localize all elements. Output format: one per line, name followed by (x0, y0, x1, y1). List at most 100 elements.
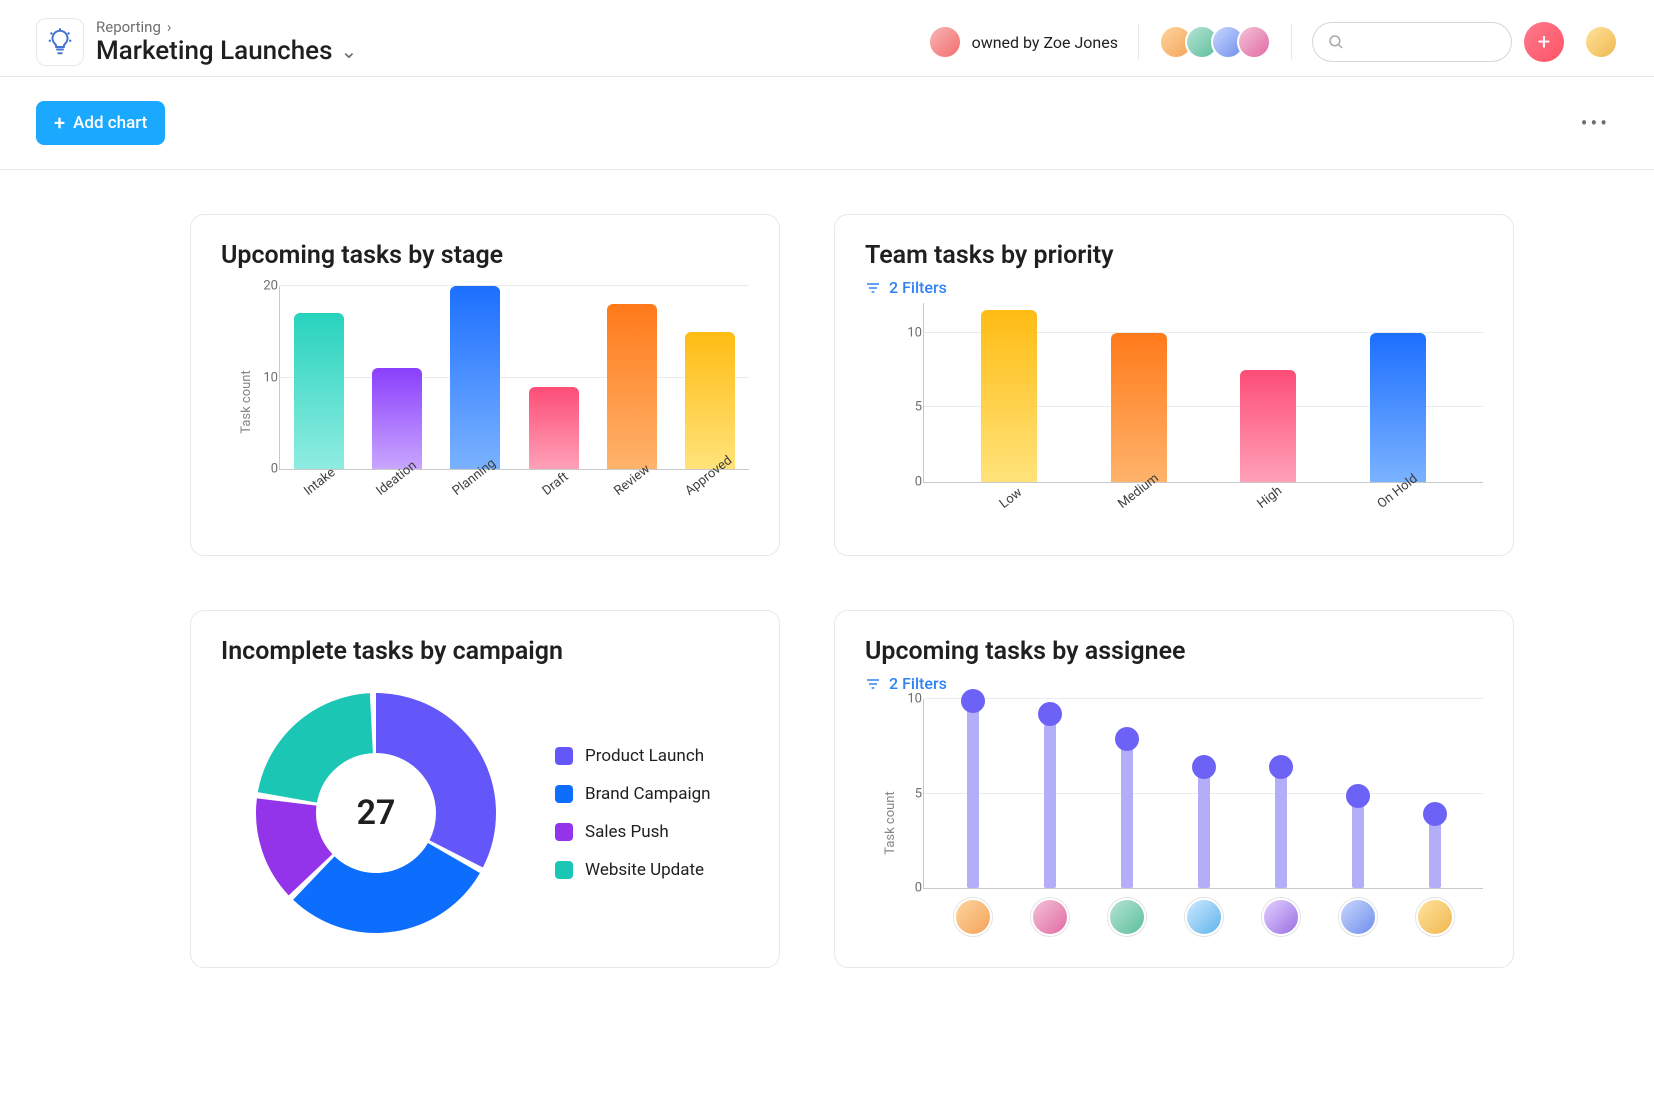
bar[interactable] (981, 310, 1037, 482)
filter-icon (865, 676, 881, 692)
card-tasks-by-priority[interactable]: Team tasks by priority 2 Filters 10 5 0 … (834, 214, 1514, 556)
lollipop-bar[interactable] (1198, 765, 1210, 888)
card-title: Incomplete tasks by campaign (221, 637, 749, 666)
bar-column (1165, 699, 1242, 888)
bar-column: Draft (515, 286, 593, 469)
plus-icon: + (1538, 30, 1550, 55)
avatar (928, 25, 962, 59)
add-chart-button[interactable]: + Add chart (36, 101, 165, 145)
search-icon (1327, 33, 1345, 51)
more-menu-button[interactable]: ••• (1573, 105, 1618, 141)
bar-column: On Hold (1333, 303, 1463, 482)
top-bar: Reporting › Marketing Launches ⌄ owned b… (0, 0, 1654, 77)
create-button[interactable]: + (1524, 22, 1564, 62)
donut-total: 27 (251, 688, 501, 938)
search-input[interactable] (1312, 22, 1512, 62)
bar-column (1319, 699, 1396, 888)
bar-column: Review (593, 286, 671, 469)
bar[interactable] (1111, 333, 1167, 482)
filters-button[interactable]: 2 Filters (865, 278, 1483, 297)
bar-column (1088, 699, 1165, 888)
swatch (555, 747, 573, 765)
owner-block[interactable]: owned by Zoe Jones (928, 25, 1118, 59)
bar[interactable] (450, 286, 500, 469)
project-icon (36, 18, 84, 66)
page-title: Marketing Launches (96, 36, 332, 66)
chart-plot: 20 10 0 IntakeIdeationPlanningDraftRevie… (279, 286, 749, 470)
breadcrumb: Reporting › (96, 18, 357, 36)
avatar[interactable] (1416, 898, 1454, 936)
chevron-right-icon: › (167, 18, 172, 36)
user-avatar[interactable] (1584, 25, 1618, 59)
toolbar: + Add chart ••• (0, 77, 1654, 170)
filters-label: 2 Filters (889, 674, 947, 693)
legend-item[interactable]: Website Update (555, 860, 711, 880)
avatar (1237, 25, 1271, 59)
lollipop-bar[interactable] (1429, 812, 1441, 888)
avatar[interactable] (954, 898, 992, 936)
bar-column: Medium (1074, 303, 1204, 482)
filters-button[interactable]: 2 Filters (865, 674, 1483, 693)
add-chart-label: Add chart (73, 113, 147, 133)
lollipop-bar[interactable] (1121, 737, 1133, 888)
filters-label: 2 Filters (889, 278, 947, 297)
card-upcoming-by-assignee[interactable]: Upcoming tasks by assignee 2 Filters Tas… (834, 610, 1514, 968)
bar[interactable] (294, 313, 344, 469)
avatar[interactable] (1031, 898, 1069, 936)
x-tick-label: Intake (301, 465, 338, 499)
x-tick-label: Low (997, 485, 1025, 512)
card-title: Upcoming tasks by stage (221, 241, 749, 270)
lollipop-bar[interactable] (967, 699, 979, 888)
bar-column (1242, 699, 1319, 888)
avatar[interactable] (1339, 898, 1377, 936)
avatar[interactable] (1262, 898, 1300, 936)
y-tick: 0 (886, 475, 922, 490)
lollipop-bar[interactable] (1044, 712, 1056, 888)
avatar[interactable] (1185, 898, 1223, 936)
lightbulb-icon (45, 27, 75, 57)
y-tick: 10 (886, 692, 922, 707)
y-tick: 5 (886, 786, 922, 801)
legend: Product Launch Brand Campaign Sales Push… (555, 746, 711, 880)
bar[interactable] (1370, 333, 1426, 482)
swatch (555, 861, 573, 879)
breadcrumb-parent[interactable]: Reporting (96, 18, 161, 36)
bar[interactable] (372, 368, 422, 469)
bar-column (1011, 699, 1088, 888)
y-tick: 20 (242, 279, 278, 294)
owner-label: owned by Zoe Jones (972, 33, 1118, 52)
y-tick: 10 (886, 325, 922, 340)
card-incomplete-by-campaign[interactable]: Incomplete tasks by campaign 27 Product … (190, 610, 780, 968)
y-tick: 5 (886, 400, 922, 415)
bar[interactable] (607, 304, 657, 469)
bar-column: Planning (436, 286, 514, 469)
bar-column: Approved (671, 286, 749, 469)
bar-column: Low (944, 303, 1074, 482)
chevron-down-icon[interactable]: ⌄ (340, 39, 357, 63)
legend-item[interactable]: Sales Push (555, 822, 711, 842)
donut-chart: 27 (251, 688, 501, 938)
swatch (555, 785, 573, 803)
card-upcoming-by-stage[interactable]: Upcoming tasks by stage Task count 20 10… (190, 214, 780, 556)
legend-item[interactable]: Product Launch (555, 746, 711, 766)
bar-column: Intake (280, 286, 358, 469)
bar[interactable] (529, 387, 579, 469)
bar-column (934, 699, 1011, 888)
legend-item[interactable]: Brand Campaign (555, 784, 711, 804)
chart-plot: 10 5 0 (923, 699, 1483, 889)
divider (1291, 24, 1292, 60)
y-tick: 0 (886, 881, 922, 896)
swatch (555, 823, 573, 841)
filter-icon (865, 280, 881, 296)
plus-icon: + (54, 113, 65, 133)
lollipop-bar[interactable] (1275, 765, 1287, 888)
bar[interactable] (1240, 370, 1296, 482)
bar[interactable] (685, 332, 735, 469)
collaborator-avatars[interactable] (1159, 25, 1271, 59)
divider (1138, 24, 1139, 60)
lollipop-bar[interactable] (1352, 794, 1364, 889)
y-tick: 0 (242, 462, 278, 477)
x-tick-label: High (1255, 483, 1285, 511)
avatar[interactable] (1108, 898, 1146, 936)
bar-column: High (1204, 303, 1334, 482)
